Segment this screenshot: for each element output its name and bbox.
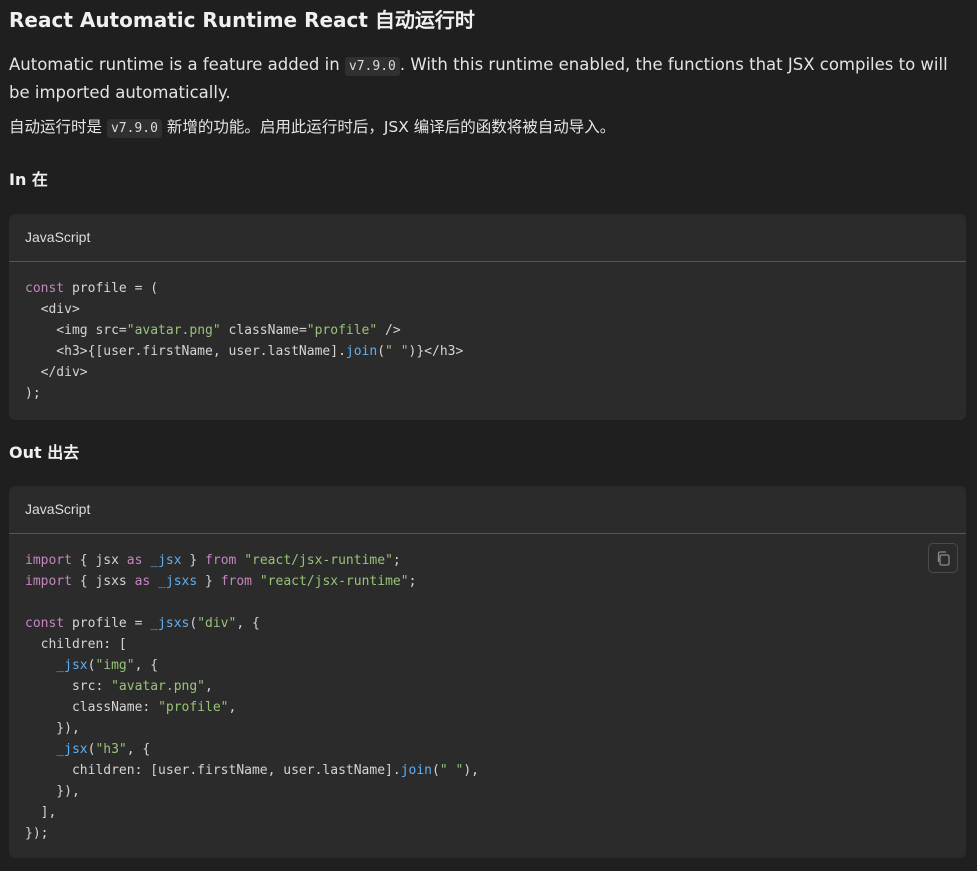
intro-chinese-text-2: 新增的功能。启用此运行时后，JSX 编译后的函数将被自动导入。 [161, 118, 616, 136]
code-content-in[interactable]: const profile = ( <div> <img src="avatar… [9, 262, 966, 404]
code-block-out: JavaScript import { jsx as _jsx } from "… [9, 486, 966, 858]
code-language-label: JavaScript [9, 486, 966, 534]
code-block-in: JavaScript const profile = ( <div> <img … [9, 214, 966, 420]
copy-code-button[interactable] [928, 543, 958, 573]
copy-icon [937, 551, 950, 566]
code-language-label: JavaScript [9, 214, 966, 262]
page: React Automatic Runtime React 自动运行时 Auto… [0, 0, 977, 871]
intro-english-text-1: Automatic runtime is a feature added in [9, 55, 345, 74]
code-text: const profile = ( <div> <img src="avatar… [25, 281, 464, 401]
section-heading-out: Out 出去 [9, 443, 80, 462]
page-title: React Automatic Runtime React 自动运行时 [9, 8, 475, 32]
version-code-zh: v7.9.0 [106, 119, 162, 138]
intro-chinese: 自动运行时是 v7.9.0 新增的功能。启用此运行时后，JSX 编译后的函数将被… [9, 114, 959, 142]
version-code: v7.9.0 [344, 57, 400, 76]
code-text: import { jsx as _jsx } from "react/jsx-r… [25, 553, 479, 841]
intro-english: Automatic runtime is a feature added in … [9, 52, 959, 106]
intro-chinese-text-1: 自动运行时是 [9, 118, 107, 136]
code-content-out[interactable]: import { jsx as _jsx } from "react/jsx-r… [9, 534, 966, 844]
section-heading-in: In 在 [9, 170, 48, 189]
